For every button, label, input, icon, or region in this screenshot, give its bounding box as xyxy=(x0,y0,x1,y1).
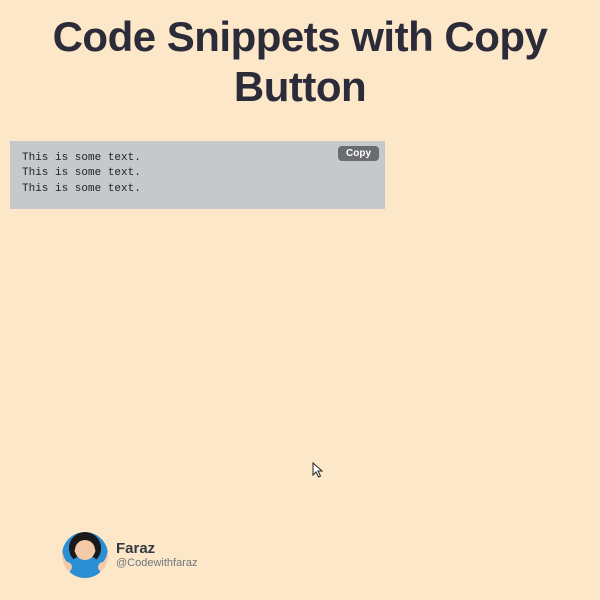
cursor-icon xyxy=(312,462,326,483)
code-snippet-box: Copy This is some text. This is some tex… xyxy=(10,141,385,209)
page-title: Code Snippets with Copy Button xyxy=(0,0,600,113)
author-profile: Faraz @Codewithfaraz xyxy=(62,532,197,578)
code-line: This is some text. xyxy=(22,182,373,197)
code-line: This is some text. xyxy=(22,166,373,181)
profile-text: Faraz @Codewithfaraz xyxy=(116,540,197,570)
copy-button[interactable]: Copy xyxy=(338,146,379,161)
profile-name: Faraz xyxy=(116,540,197,557)
profile-handle: @Codewithfaraz xyxy=(116,557,197,570)
avatar xyxy=(62,532,108,578)
code-line: This is some text. xyxy=(22,151,373,166)
